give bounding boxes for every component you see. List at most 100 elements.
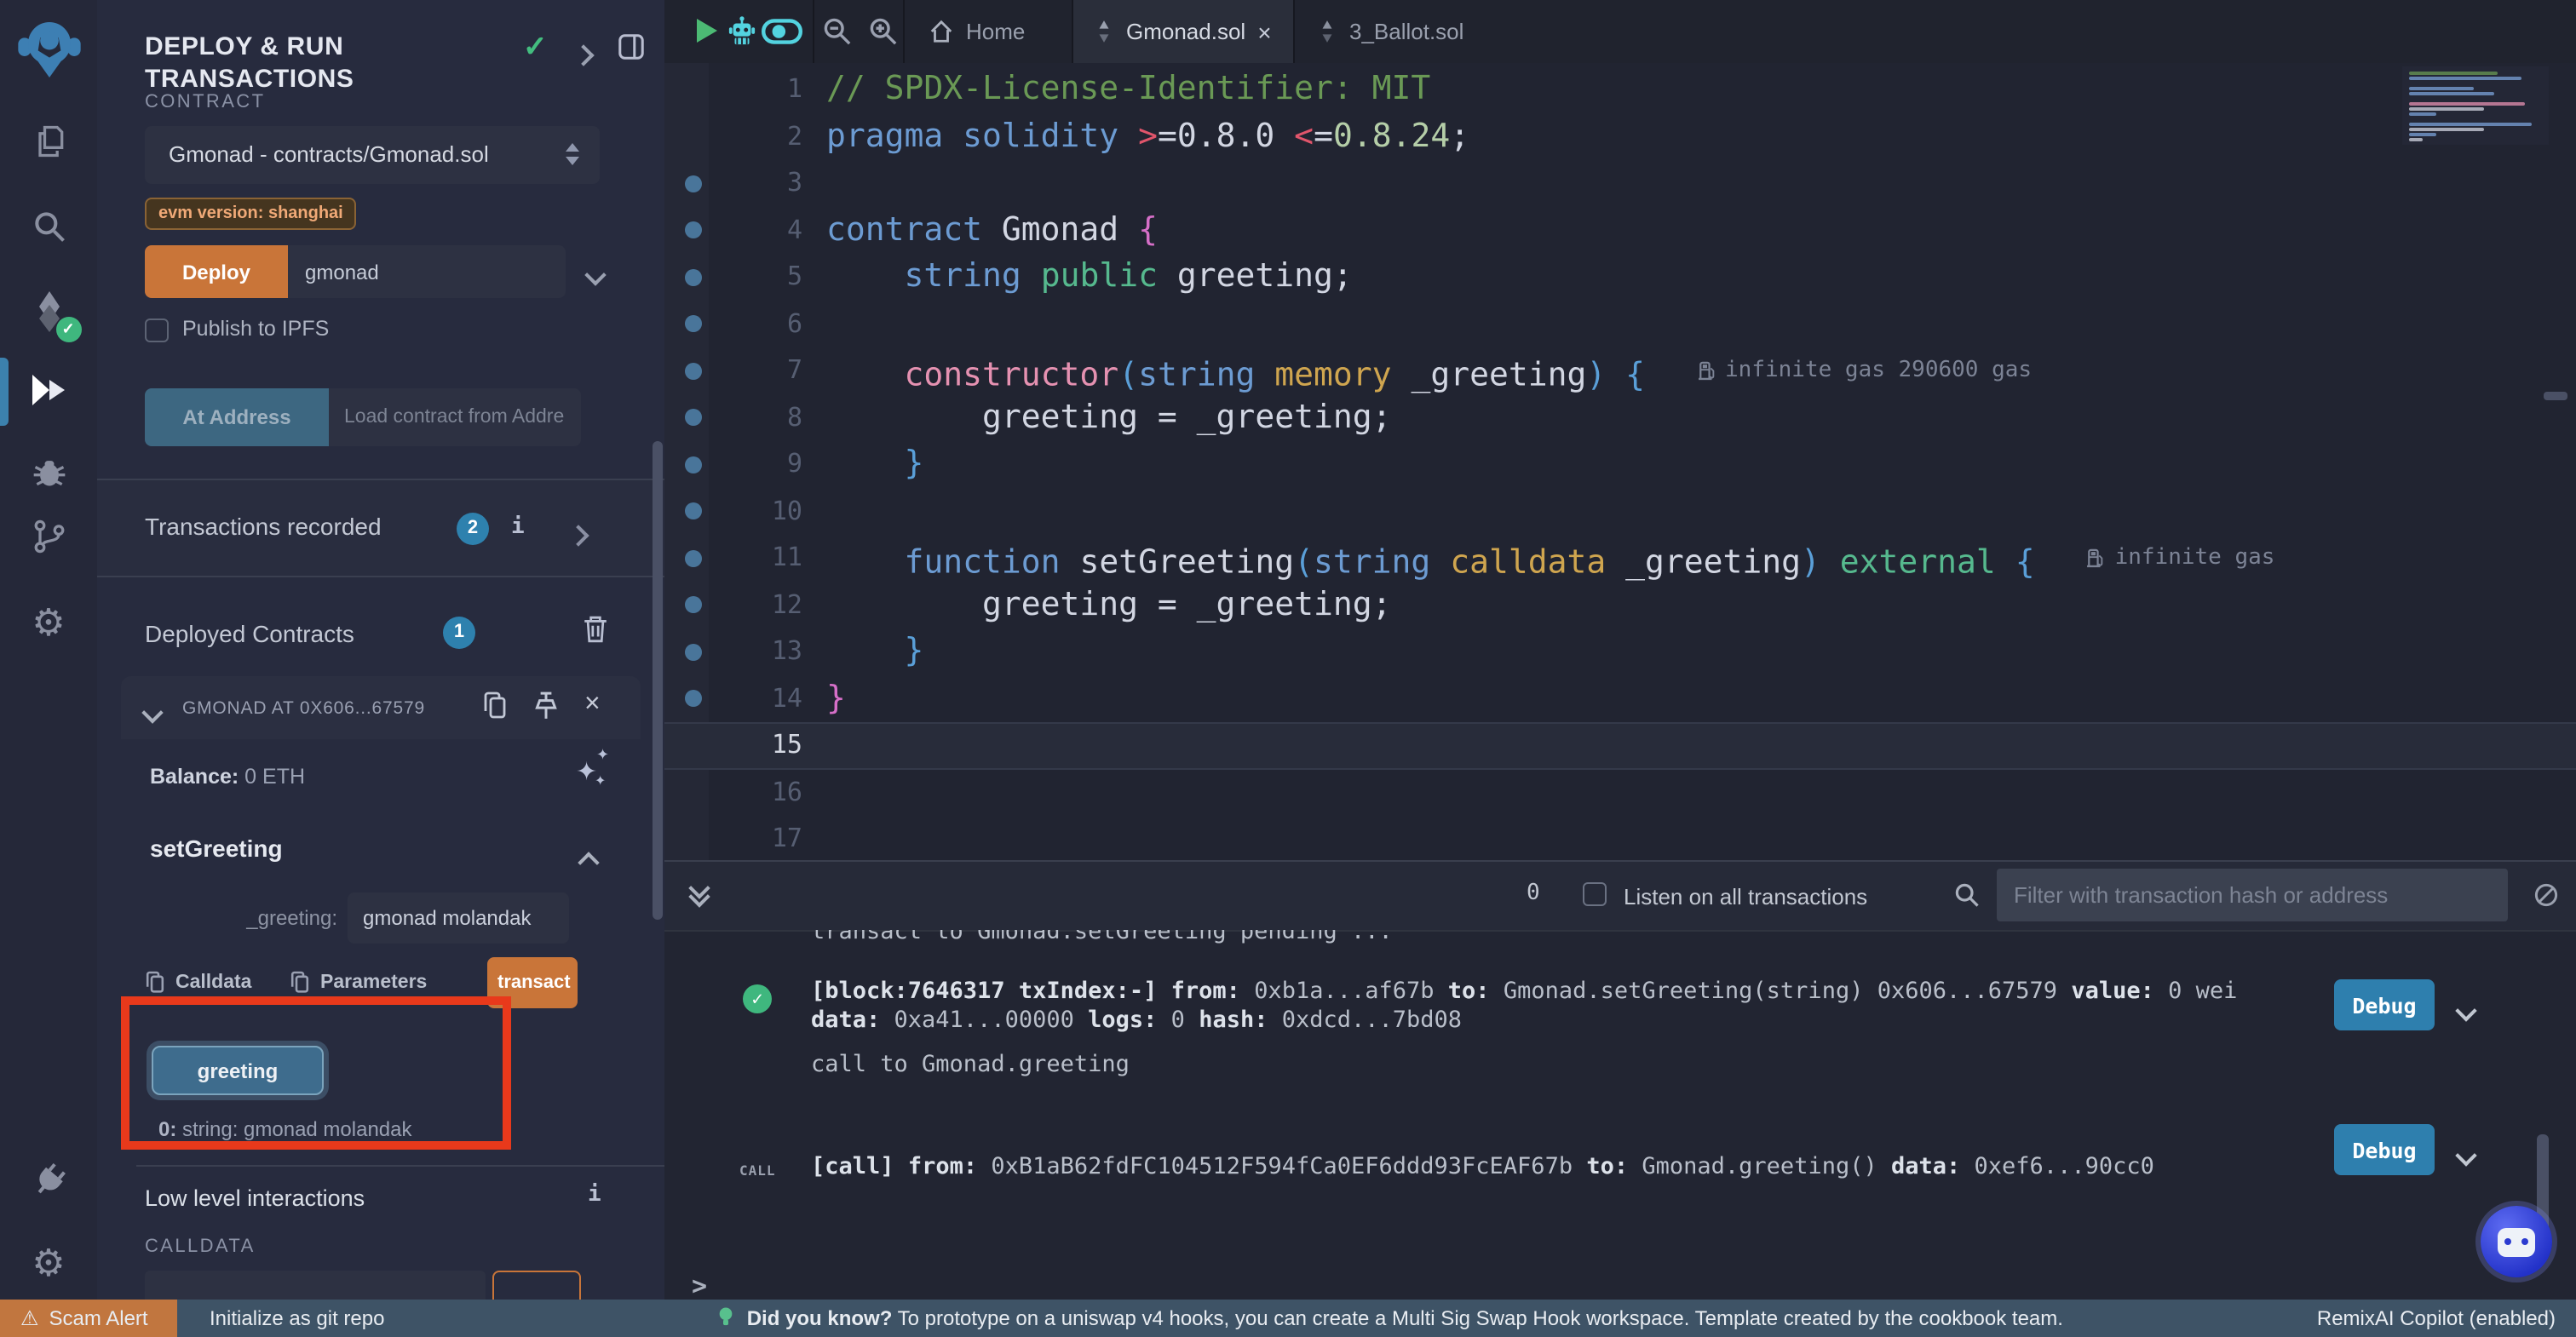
- settings-gear-icon[interactable]: ⚙: [32, 1247, 65, 1281]
- code-line-13[interactable]: 13 }: [664, 628, 2576, 675]
- code-line-8[interactable]: 8 greeting = _greeting;: [664, 394, 2576, 441]
- tab-gmonad-sol[interactable]: Gmonad.sol ×: [1072, 0, 1295, 63]
- zoom-out-icon[interactable]: [823, 17, 852, 46]
- log-pending-line: transact to Gmonad.setGreeting pending .…: [811, 930, 1393, 947]
- tx-expand-icon[interactable]: [2458, 1143, 2474, 1170]
- pin-icon[interactable]: [533, 691, 559, 720]
- code-line-16[interactable]: 16: [664, 769, 2576, 816]
- terminal-log: transact to Gmonad.setGreeting pending .…: [664, 930, 2576, 1300]
- greeting-arg-input[interactable]: [348, 892, 569, 944]
- debugger-icon[interactable]: [30, 453, 67, 491]
- terminal-filter-input[interactable]: [1997, 869, 2508, 921]
- code-line-3[interactable]: 3: [664, 160, 2576, 207]
- code-text: }: [826, 628, 923, 675]
- code-line-15[interactable]: 15: [664, 722, 2576, 769]
- code-line-2[interactable]: 2pragma solidity >=0.8.0 <=0.8.24;: [664, 113, 2576, 160]
- git-icon[interactable]: [30, 518, 67, 555]
- calldata-copy-icon[interactable]: [145, 971, 165, 995]
- terminal-expand-icon[interactable]: [692, 881, 707, 904]
- code-line-9[interactable]: 9 }: [664, 441, 2576, 488]
- line-number: 2: [664, 113, 802, 160]
- at-address-input[interactable]: [329, 388, 581, 446]
- lightbulb-icon: [717, 1306, 734, 1328]
- panel-check-icon: ✓: [523, 31, 548, 65]
- deploy-button[interactable]: Deploy: [145, 245, 288, 298]
- close-contract-icon[interactable]: ×: [584, 691, 601, 719]
- tab-home[interactable]: Home: [908, 0, 1045, 63]
- gas-estimate-annotation: infinite gas: [2086, 535, 2275, 582]
- debug-button[interactable]: Debug: [2334, 979, 2435, 1030]
- info-icon[interactable]: i: [588, 1182, 601, 1208]
- code-line-4[interactable]: 4contract Gmonad {: [664, 207, 2576, 254]
- deployed-contract-card-header[interactable]: GMONAD AT 0X606...67579 ×: [121, 676, 641, 739]
- remix-logo-icon[interactable]: [14, 14, 83, 82]
- copilot-status[interactable]: RemixAI Copilot (enabled): [2317, 1306, 2556, 1330]
- scam-alert-button[interactable]: ⚠ Scam Alert: [0, 1300, 177, 1337]
- listen-all-checkbox[interactable]: [1583, 882, 1607, 906]
- code-line-1[interactable]: 1// SPDX-License-Identifier: MIT: [664, 66, 2576, 113]
- low-level-calldata-input[interactable]: [145, 1271, 486, 1300]
- editor-scrollbar-thumb[interactable]: [2544, 392, 2567, 400]
- close-tab-icon[interactable]: ×: [1257, 18, 1271, 45]
- search-icon[interactable]: [30, 208, 67, 245]
- code-line-6[interactable]: 6: [664, 301, 2576, 347]
- low-level-title: Low level interactions: [145, 1185, 365, 1211]
- contract-select[interactable]: Gmonad - contracts/Gmonad.sol: [145, 126, 600, 184]
- code-line-12[interactable]: 12 greeting = _greeting;: [664, 582, 2576, 628]
- ai-sparkles-icon[interactable]: ✦✦✦: [576, 756, 597, 787]
- panel-scrollbar[interactable]: [653, 441, 663, 920]
- clear-console-icon[interactable]: [2533, 882, 2559, 908]
- deploy-run-icon[interactable]: [28, 371, 69, 409]
- ai-toggle-icon[interactable]: [762, 19, 802, 44]
- code-line-7[interactable]: 7 constructor(string memory _greeting) {…: [664, 347, 2576, 394]
- solidity-compiler-icon[interactable]: ✓: [28, 290, 69, 334]
- code-editor[interactable]: 1// SPDX-License-Identifier: MIT2pragma …: [664, 63, 2576, 860]
- parameters-copy-label[interactable]: Parameters: [320, 973, 427, 993]
- debug-button[interactable]: Debug: [2334, 1124, 2435, 1175]
- deployed-count-badge: 1: [443, 617, 475, 649]
- line-number: 11: [664, 535, 802, 582]
- at-address-button[interactable]: At Address: [145, 388, 329, 446]
- status-bar: ⚠ Scam Alert Initialize as git repo Did …: [0, 1300, 2576, 1337]
- line-number: 10: [664, 488, 802, 535]
- divider: [97, 576, 664, 577]
- minimap[interactable]: [2402, 66, 2549, 145]
- trash-icon[interactable]: [583, 615, 608, 644]
- code-line-17[interactable]: 17: [664, 816, 2576, 860]
- publish-ipfs-checkbox[interactable]: [145, 318, 169, 342]
- plugin-manager-icon[interactable]: [30, 1162, 67, 1199]
- ai-assistant-button[interactable]: [2481, 1206, 2552, 1277]
- ai-robot-icon[interactable]: [727, 15, 756, 48]
- git-init-button[interactable]: Initialize as git repo: [210, 1306, 384, 1330]
- zoom-in-icon[interactable]: [869, 17, 898, 46]
- line-number: 5: [664, 254, 802, 301]
- low-level-calldata-label: CALLDATA: [145, 1237, 256, 1257]
- contract-label: CONTRACT: [145, 92, 265, 112]
- run-script-icon[interactable]: [697, 19, 717, 43]
- terminal-prompt[interactable]: >: [692, 1271, 707, 1300]
- contract-collapse-icon[interactable]: [145, 698, 160, 729]
- transactions-recorded-label: Transactions recorded: [145, 513, 382, 540]
- function-collapse-icon[interactable]: [581, 848, 596, 879]
- tab-ballot-sol[interactable]: 3_Ballot.sol: [1297, 0, 1511, 63]
- parameters-copy-icon[interactable]: [290, 971, 310, 995]
- panel-forward-icon[interactable]: [576, 41, 591, 72]
- code-line-5[interactable]: 5 string public greeting;: [664, 254, 2576, 301]
- code-line-14[interactable]: 14}: [664, 675, 2576, 722]
- tx-block-line2: data: 0xa41...00000 logs: 0 hash: 0xdcd.…: [811, 1007, 1462, 1036]
- terminal-search-icon[interactable]: [1954, 882, 1980, 908]
- code-line-11[interactable]: 11 function setGreeting(string calldata …: [664, 535, 2576, 582]
- panel-pin-view-icon[interactable]: [617, 32, 646, 61]
- deploy-expand-icon[interactable]: [588, 261, 603, 291]
- code-line-10[interactable]: 10: [664, 488, 2576, 535]
- plugin-settings-icon[interactable]: ⚙: [32, 606, 65, 640]
- code-text: string public greeting;: [826, 254, 1353, 301]
- tx-expand-icon[interactable]: [2458, 998, 2474, 1025]
- transactions-expand-icon[interactable]: [571, 521, 586, 552]
- calldata-copy-label[interactable]: Calldata: [175, 973, 252, 993]
- constructor-arg-input[interactable]: [288, 245, 566, 298]
- copy-icon[interactable]: [482, 691, 508, 720]
- file-explorer-icon[interactable]: [30, 123, 67, 160]
- info-icon[interactable]: i: [511, 514, 525, 540]
- low-level-send-button[interactable]: [492, 1271, 581, 1300]
